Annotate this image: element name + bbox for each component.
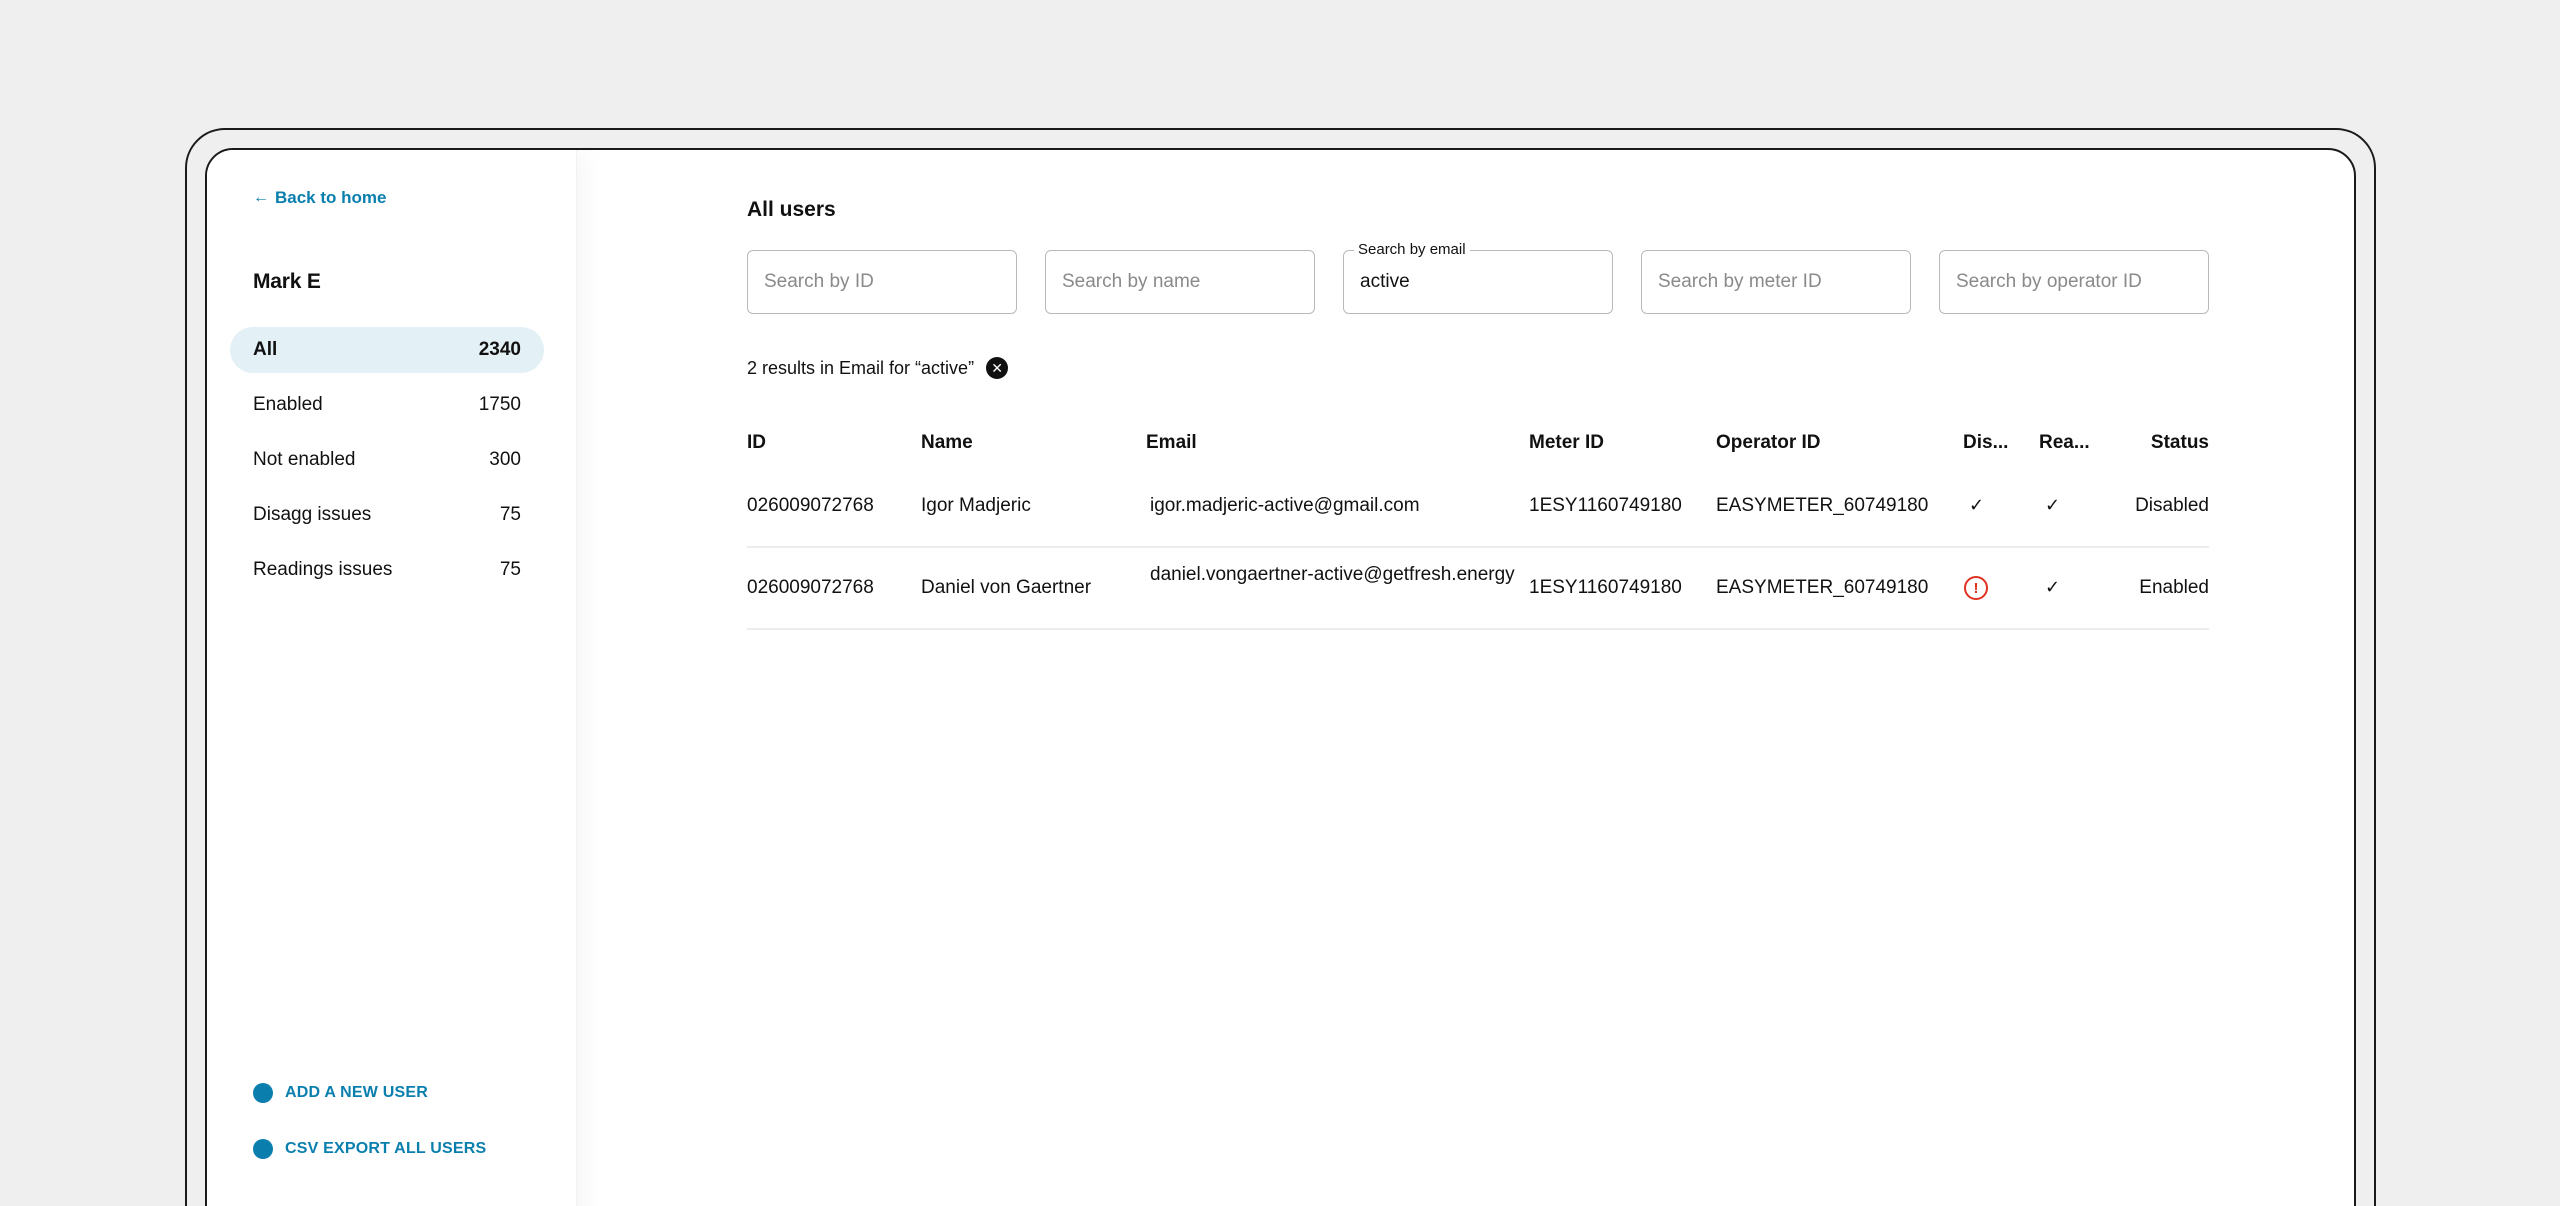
user-name: Mark E (253, 270, 321, 293)
sidebar-actions: ADD A NEW USER CSV EXPORT ALL USERS (253, 1078, 486, 1190)
check-icon: ✓ (1969, 495, 1985, 515)
header-status[interactable]: Status (2109, 432, 2209, 454)
main-content: All users Search by email 2 results in E… (747, 150, 2354, 1206)
search-by-id-field (747, 250, 1017, 314)
table-header: ID Name Email Meter ID Operator ID Dis..… (747, 420, 2209, 466)
filter-label: Disagg issues (253, 504, 372, 525)
app-window: ← Back to home Mark E All 2340 Enabled 1… (205, 148, 2356, 1206)
header-operator-id[interactable]: Operator ID (1716, 432, 1963, 454)
filter-count: 300 (489, 449, 521, 470)
clear-filter-icon[interactable]: ✕ (986, 357, 1009, 379)
search-email-input[interactable] (1344, 251, 1612, 313)
search-operator-input[interactable] (1940, 251, 2208, 313)
export-dot-icon (253, 1139, 273, 1159)
filter-item-not-enabled[interactable]: Not enabled 300 (230, 437, 544, 483)
header-email[interactable]: Email (1146, 432, 1529, 454)
results-text: 2 results in Email for “active” (747, 357, 975, 378)
alert-circle-icon[interactable]: ! (1964, 576, 1988, 600)
back-link-label: Back to home (275, 188, 387, 207)
cell-operator-id: EASYMETER_60749180 (1716, 495, 1929, 516)
search-row: Search by email (747, 241, 2209, 314)
sidebar: ← Back to home Mark E All 2340 Enabled 1… (207, 150, 577, 1206)
cell-status: Disabled (2135, 495, 2209, 516)
search-by-meter-field (1641, 250, 1911, 314)
header-readings[interactable]: Rea... (2039, 432, 2109, 454)
filter-item-readings-issues[interactable]: Readings issues 75 (230, 547, 544, 593)
filter-item-enabled[interactable]: Enabled 1750 (230, 382, 544, 428)
cell-email: igor.madjeric-active@gmail.com (1150, 495, 1420, 516)
cell-id: 026009072768 (747, 577, 874, 598)
cell-readings: ✓ (2039, 495, 2109, 517)
add-new-user-button[interactable]: ADD A NEW USER (253, 1078, 486, 1108)
cell-name: Igor Madjeric (921, 495, 1031, 516)
header-id[interactable]: ID (747, 432, 921, 454)
cell-id: 026009072768 (747, 495, 874, 516)
cell-status: Enabled (2139, 577, 2209, 598)
cell-disagg: ✓ (1963, 495, 2039, 517)
search-meter-input[interactable] (1642, 251, 1910, 313)
arrow-left-icon: ← (253, 189, 269, 206)
filter-label: Enabled (253, 394, 323, 415)
filter-count: 1750 (478, 394, 521, 415)
search-name-input[interactable] (1046, 251, 1314, 313)
cell-readings: ✓ (2039, 577, 2109, 599)
cell-email-text: daniel.vongaertner-active@getfresh.energ… (1150, 564, 1515, 585)
search-id-input[interactable] (748, 251, 1016, 313)
cell-name: Daniel von Gaertner (921, 577, 1092, 598)
table-row[interactable]: 026009072768 Daniel von Gaertner daniel.… (747, 548, 2209, 630)
cell-operator-id: EASYMETER_60749180 (1716, 577, 1929, 598)
filter-count: 2340 (478, 339, 521, 360)
email-search-label: Search by email (1354, 241, 1470, 258)
check-icon: ✓ (2045, 577, 2061, 597)
filter-label: Readings issues (253, 559, 393, 580)
page-title: All users (747, 198, 836, 221)
header-meter-id[interactable]: Meter ID (1529, 432, 1716, 454)
cell-meter-id: 1ESY1160749180 (1529, 577, 1682, 598)
cell-meter-id: 1ESY1160749180 (1529, 495, 1682, 516)
users-table: ID Name Email Meter ID Operator ID Dis..… (747, 420, 2209, 630)
csv-export-button[interactable]: CSV EXPORT ALL USERS (253, 1134, 486, 1164)
header-name[interactable]: Name (921, 432, 1146, 454)
header-disagg[interactable]: Dis... (1963, 432, 2039, 454)
cell-email: daniel.vongaertner-active@getfresh.energ… (1146, 564, 1529, 610)
results-summary: 2 results in Email for “active” ✕ (747, 357, 1009, 379)
search-by-operator-field (1939, 250, 2209, 314)
search-by-email-field: Search by email (1343, 241, 1613, 314)
back-to-home-link[interactable]: ← Back to home (253, 188, 386, 208)
csv-export-label: CSV EXPORT ALL USERS (285, 1140, 487, 1157)
filter-count: 75 (499, 559, 521, 580)
table-row[interactable]: 026009072768 Igor Madjeric igor.madjeric… (747, 466, 2209, 548)
search-by-name-field (1045, 250, 1315, 314)
add-user-label: ADD A NEW USER (285, 1084, 428, 1101)
filter-label: Not enabled (253, 449, 356, 470)
check-icon: ✓ (2045, 495, 2061, 515)
filter-item-disagg-issues[interactable]: Disagg issues 75 (230, 492, 544, 538)
filter-item-all[interactable]: All 2340 (230, 327, 544, 373)
add-user-dot-icon (253, 1083, 273, 1103)
filter-list: All 2340 Enabled 1750 Not enabled 300 Di… (230, 327, 544, 602)
filter-label: All (253, 339, 278, 360)
filter-count: 75 (499, 504, 521, 525)
cell-disagg: ! (1963, 576, 2039, 600)
